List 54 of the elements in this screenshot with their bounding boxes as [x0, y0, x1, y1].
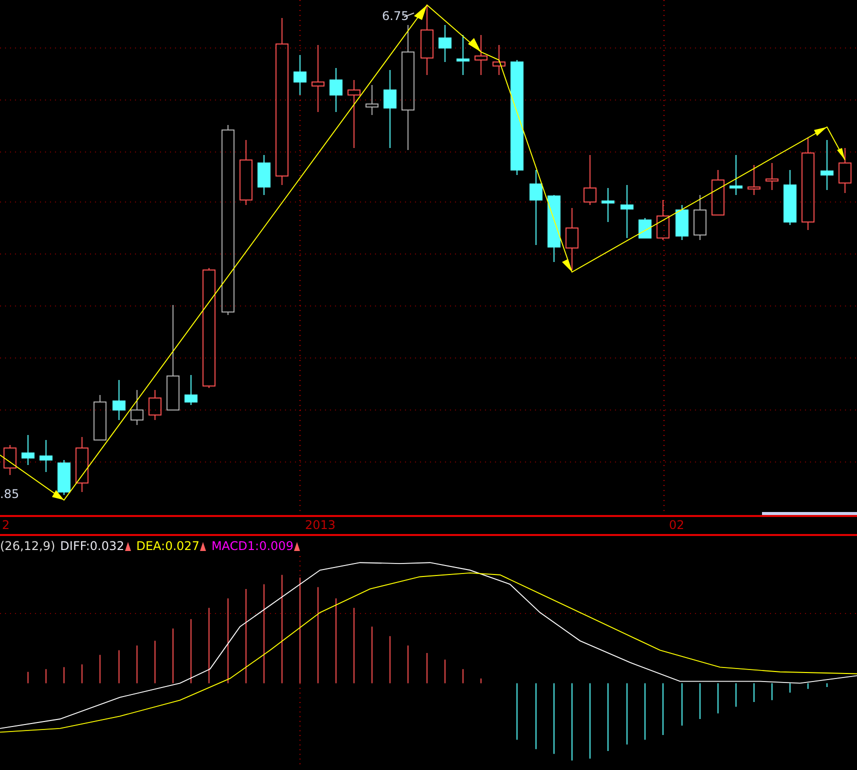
candlestick — [784, 170, 796, 226]
arrowhead — [414, 5, 427, 20]
candlestick — [566, 208, 578, 270]
candlestick — [584, 154, 596, 206]
candlestick — [602, 188, 614, 222]
date-label: 2013 — [304, 518, 336, 532]
arrowhead — [562, 259, 572, 272]
candlestick — [58, 460, 70, 496]
candlestick — [638, 218, 652, 238]
candlestick — [438, 24, 452, 62]
candlestick — [838, 148, 852, 194]
arrowhead — [837, 148, 845, 160]
candlestick — [730, 154, 742, 196]
candlestick — [820, 140, 834, 190]
candlestick — [620, 184, 634, 238]
candlestick — [420, 4, 434, 76]
candlestick — [676, 204, 688, 240]
candlestick — [656, 200, 670, 240]
arrowhead — [814, 127, 827, 136]
date-label: 02 — [668, 518, 684, 532]
arrowhead — [468, 38, 481, 52]
indicator-value: (26,12,9) — [0, 539, 56, 553]
candlestick — [112, 380, 126, 420]
candlestick — [548, 194, 560, 262]
candlestick — [456, 34, 470, 76]
candlestick — [184, 374, 198, 406]
candlestick — [22, 434, 34, 466]
arrowhead — [52, 490, 64, 500]
peak-price-label: 6.75 — [382, 9, 409, 23]
candlestick — [474, 34, 488, 76]
candlestick — [492, 44, 506, 76]
candlestick — [258, 154, 270, 196]
candlestick — [348, 80, 360, 148]
indicator-value: DEA:0.027 — [136, 539, 200, 553]
indicator-value: DIFF:0.032 — [60, 539, 124, 553]
candlestick — [312, 44, 324, 112]
candlestick — [240, 140, 252, 206]
candlestick — [766, 162, 778, 190]
candlestick — [366, 84, 378, 116]
indicator-value: MACD1:0.009 — [211, 539, 294, 553]
low-price-label: .85 — [0, 487, 20, 501]
candlestick — [330, 68, 342, 112]
candlestick — [4, 444, 16, 476]
candlestick — [712, 170, 724, 216]
candlestick — [294, 54, 306, 96]
candlestick — [148, 390, 162, 420]
candlestick — [694, 194, 706, 240]
candlestick — [130, 390, 144, 426]
scroll-bar[interactable] — [762, 512, 857, 515]
candlestick — [748, 164, 760, 196]
candlestick — [94, 394, 106, 440]
date-label: 2 — [1, 518, 10, 532]
candlestick — [40, 440, 52, 472]
candlestick — [76, 436, 88, 492]
